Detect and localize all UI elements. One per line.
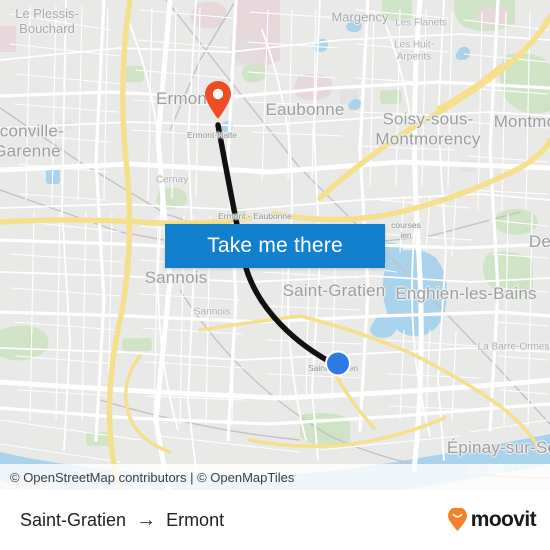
moovit-pin-logo-icon: [447, 508, 467, 531]
map-attribution: © OpenStreetMap contributors | © OpenMap…: [0, 464, 550, 490]
attribution-text: © OpenStreetMap contributors | © OpenMap…: [10, 469, 295, 485]
moovit-brand[interactable]: moovit: [447, 508, 537, 532]
trip-footer: Saint-Gratien → Ermont moovit: [0, 490, 550, 550]
moovit-trip-map-screen: .rd {stroke:#ffffff;fill:none;stroke-lin…: [0, 0, 550, 550]
map-pin-icon: [205, 81, 231, 119]
arrow-right-icon: →: [136, 509, 157, 531]
route-origin-label: Saint-Gratien: [20, 509, 127, 530]
route-destination-label: Ermont: [166, 509, 225, 530]
map-canvas[interactable]: .rd {stroke:#ffffff;fill:none;stroke-lin…: [0, 0, 550, 490]
route-summary: Saint-Gratien → Ermont: [20, 510, 224, 531]
take-me-there-button[interactable]: Take me there: [165, 224, 385, 268]
origin-map-pin[interactable]: [203, 80, 233, 125]
destination-circle-icon: [325, 350, 351, 377]
destination-map-dot[interactable]: [324, 350, 352, 383]
moovit-wordmark: moovit: [470, 508, 537, 531]
